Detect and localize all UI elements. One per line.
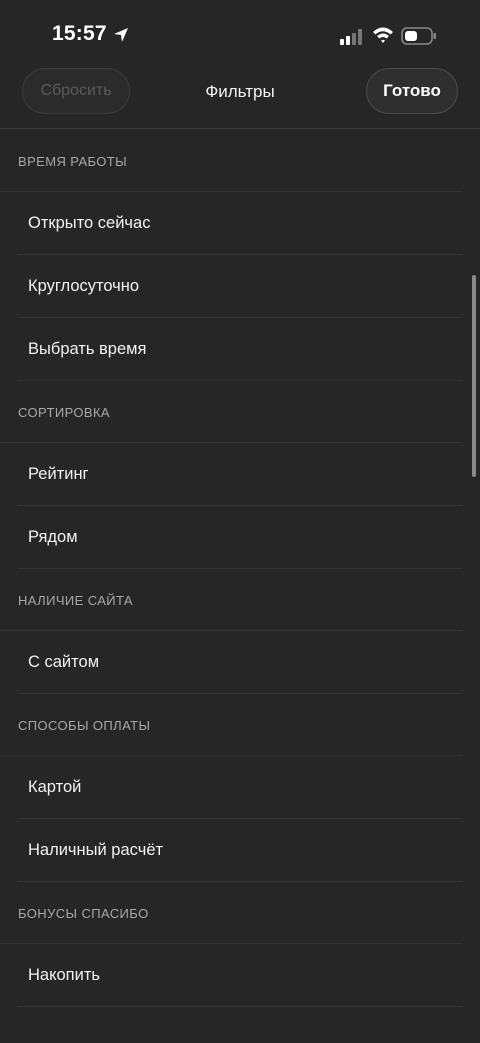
filter-option-nearby[interactable]: Рядом: [18, 506, 462, 569]
filter-option-open-now[interactable]: Открыто сейчас: [18, 192, 462, 255]
cellular-signal-icon: [340, 29, 362, 45]
done-button[interactable]: Готово: [366, 68, 458, 114]
section-header: СОРТИРОВКА: [0, 381, 462, 443]
status-time: 15:57: [52, 22, 107, 45]
filter-option-card[interactable]: Картой: [18, 756, 462, 819]
section-header: СПОСОБЫ ОПЛАТЫ: [0, 694, 462, 756]
filter-list: ВРЕМЯ РАБОТЫ Открыто сейчас Круглосуточн…: [0, 130, 480, 1007]
filter-option-choose-time[interactable]: Выбрать время: [18, 318, 462, 381]
section-bonuses: БОНУСЫ СПАСИБО Накопить: [0, 882, 480, 1007]
filter-option-24h[interactable]: Круглосуточно: [18, 255, 462, 318]
scrollbar[interactable]: [472, 275, 476, 477]
section-work-hours: ВРЕМЯ РАБОТЫ Открыто сейчас Круглосуточн…: [0, 130, 480, 381]
battery-icon: [401, 27, 436, 45]
section-sorting: СОРТИРОВКА Рейтинг Рядом: [0, 381, 480, 569]
filter-option-accumulate[interactable]: Накопить: [18, 944, 462, 1007]
filter-option-with-website[interactable]: С сайтом: [18, 631, 462, 694]
filter-option-cash[interactable]: Наличный расчёт: [18, 819, 462, 882]
section-payment: СПОСОБЫ ОПЛАТЫ Картой Наличный расчёт: [0, 694, 480, 882]
section-website: НАЛИЧИЕ САЙТА С сайтом: [0, 569, 480, 694]
nav-bar: Сбросить Фильтры Готово: [0, 62, 480, 129]
status-bar: 15:57: [0, 0, 480, 70]
section-header: НАЛИЧИЕ САЙТА: [0, 569, 462, 631]
section-header: ВРЕМЯ РАБОТЫ: [0, 130, 462, 192]
section-header: БОНУСЫ СПАСИБО: [0, 882, 462, 944]
location-arrow-icon: [114, 28, 128, 42]
filter-option-rating[interactable]: Рейтинг: [18, 443, 462, 506]
wifi-icon: [373, 27, 393, 43]
